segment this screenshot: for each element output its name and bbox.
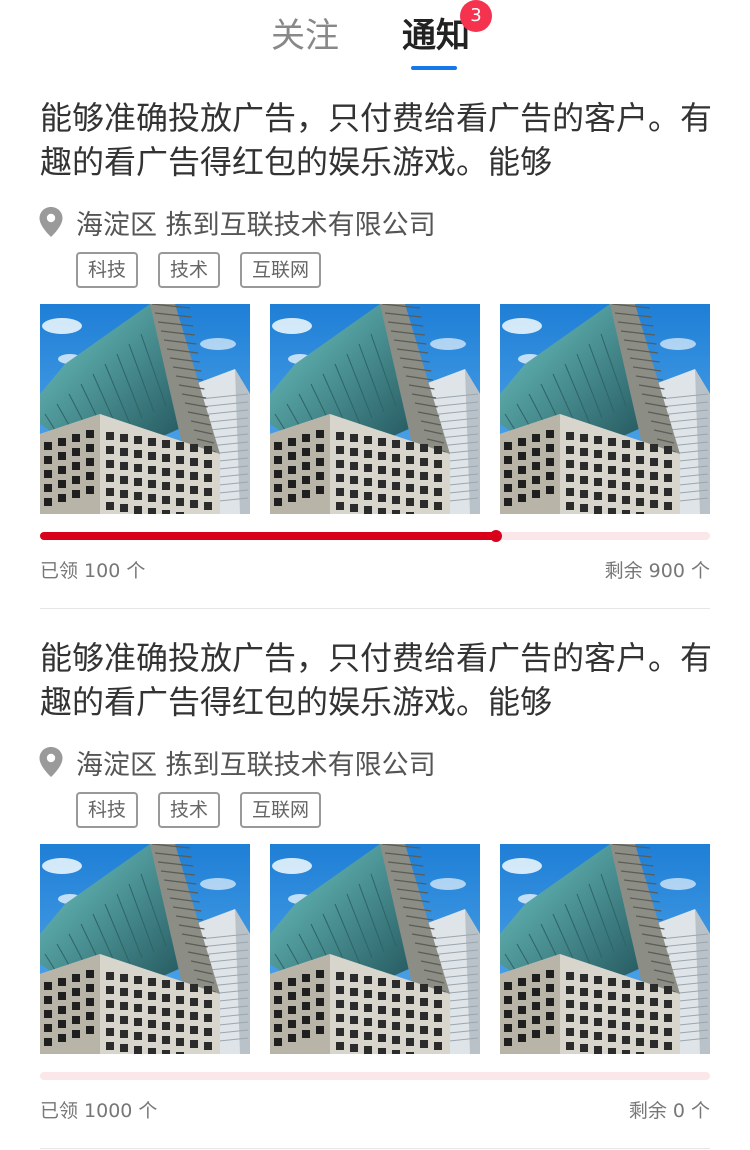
claimed-count: 已领 100 个	[40, 560, 146, 582]
location-row: 海淀区 拣到互联技术有限公司	[38, 204, 436, 241]
tag-list: 科技 技术 互联网	[76, 792, 341, 828]
progress-track	[40, 1072, 710, 1080]
location-pin-icon	[38, 206, 64, 238]
location-row: 海淀区 拣到互联技术有限公司	[38, 744, 436, 781]
divider	[40, 608, 710, 609]
tag[interactable]: 科技	[76, 252, 139, 288]
notice-badge: 3	[460, 0, 492, 32]
photo-row	[40, 844, 710, 1054]
tag[interactable]: 技术	[158, 792, 221, 828]
progress-fill	[40, 532, 496, 540]
location-pin-icon	[38, 746, 64, 778]
tab-follow[interactable]: 关注	[271, 14, 339, 58]
progress-knob	[489, 530, 502, 542]
claim-stats: 已领 100 个 剩余 900 个	[40, 556, 710, 582]
tag-list: 科技 技术 互联网	[76, 252, 341, 288]
building-photo[interactable]	[270, 304, 480, 514]
building-photo[interactable]	[270, 844, 480, 1054]
building-photo[interactable]	[500, 844, 710, 1054]
remaining-count: 剩余 0 个	[628, 1100, 710, 1122]
tag[interactable]: 互联网	[240, 792, 322, 828]
card-title: 能够准确投放广告，只付费给看广告的客户。有趣的看广告得红包的娱乐游戏。能够	[40, 99, 713, 181]
location-text: 海淀区 拣到互联技术有限公司	[76, 749, 436, 781]
building-photo[interactable]	[40, 304, 250, 514]
claim-stats: 已领 1000 个 剩余 0 个	[40, 1096, 710, 1122]
tag[interactable]: 科技	[76, 792, 139, 828]
divider	[40, 1148, 710, 1149]
claim-progress-bar	[40, 1070, 710, 1082]
building-photo[interactable]	[40, 844, 250, 1054]
claimed-count: 已领 1000 个	[40, 1100, 158, 1122]
location-text: 海淀区 拣到互联技术有限公司	[76, 209, 436, 241]
remaining-count: 剩余 900 个	[604, 560, 710, 582]
building-photo[interactable]	[500, 304, 710, 514]
tag[interactable]: 技术	[158, 252, 221, 288]
tag[interactable]: 互联网	[240, 252, 322, 288]
active-tab-indicator	[411, 66, 457, 70]
top-tabs: 关注 通知 3	[0, 0, 750, 80]
card-title: 能够准确投放广告，只付费给看广告的客户。有趣的看广告得红包的娱乐游戏。能够	[40, 639, 713, 721]
photo-row	[40, 304, 710, 514]
claim-progress-bar	[40, 530, 710, 542]
